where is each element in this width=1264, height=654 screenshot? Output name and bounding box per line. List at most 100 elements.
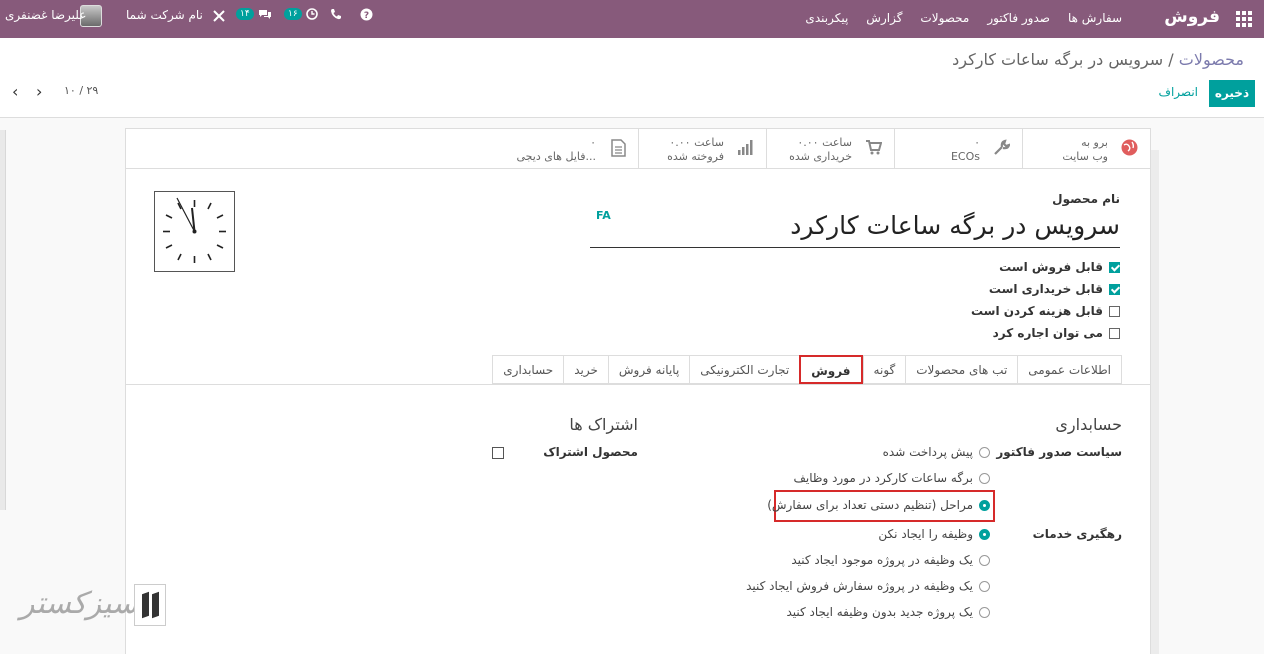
invoice-policy-option-timesheets[interactable]: برگه ساعات کارکرد در مورد وظایف (793, 471, 990, 485)
tabs-divider (126, 384, 1150, 385)
company-switcher[interactable]: نام شرکت شما (126, 8, 225, 22)
service-tracking-option-task-existing[interactable]: یک وظیفه در پروژه موجود ایجاد کنید (791, 553, 990, 567)
invoice-policy-option-prepaid[interactable]: پیش پرداخت شده (883, 445, 990, 459)
accounting-section-title: حسابداری (1055, 415, 1122, 434)
can-be-sold-label: قابل فروش است (999, 260, 1103, 274)
service-tracking-option-none[interactable]: وظیفه را ایجاد نکن (878, 527, 990, 541)
user-menu[interactable]: علیرضا غضنفری (5, 8, 86, 22)
service-tracking-option-task-new[interactable]: یک وظیفه در پروژه سفارش فروش ایجاد کنید (746, 579, 990, 593)
sold-smart-button[interactable]: ۰.۰۰ ساعت فروخته شده (638, 129, 766, 169)
pager-value[interactable]: ۱۰ / ۲۹ (64, 84, 98, 97)
activity-indicator[interactable]: ۱۶ (284, 8, 318, 23)
clock-image-icon (163, 197, 226, 263)
menu-item-products[interactable]: محصولات (920, 11, 969, 25)
radio-no-task[interactable] (979, 528, 990, 540)
can-be-expensed-checkbox[interactable] (1109, 305, 1120, 317)
breadcrumb: محصولات / سرویس در برگه ساعات کارکرد (952, 50, 1244, 69)
help-icon[interactable]: ? (360, 8, 373, 24)
product-name-input[interactable]: سرویس در برگه ساعات کارکرد (590, 211, 1120, 248)
menu-item-orders[interactable]: سفارش ها (1068, 11, 1122, 25)
purchased-smart-button[interactable]: ۰.۰۰ ساعت خریداری شده (766, 129, 894, 169)
product-notebook-tabs: اطلاعات عمومی تب های محصولات گونه فروش ت… (492, 355, 1122, 384)
ecos-button-text: ۰ ECOs (950, 136, 980, 163)
tab-purchase[interactable]: خرید (563, 355, 608, 384)
can-be-purchased-checkbox[interactable] (1109, 283, 1120, 295)
sheet-shadow (1151, 150, 1159, 654)
activity-count-badge: ۱۶ (284, 8, 302, 20)
company-name: نام شرکت شما (126, 8, 203, 22)
service-tracking-option-project-only[interactable]: یک پروژه جدید بدون وظیفه ایجاد کنید (786, 605, 990, 619)
option-label: پیش پرداخت شده (882, 445, 973, 459)
tab-ecommerce[interactable]: تجارت الکترونیکی (689, 355, 800, 384)
smart-buttons: برو به وب سایت ۰ ECOs ۰.۰۰ ساعت خریداری … (126, 129, 1150, 169)
service-tracking-label: رهگیری خدمات (1032, 527, 1122, 541)
tab-general-information[interactable]: اطلاعات عمومی (1017, 355, 1122, 384)
user-name: علیرضا غضنفری (5, 8, 87, 22)
discard-button[interactable]: انصراف (1159, 85, 1198, 99)
menu-item-invoicing[interactable]: صدور فاکتور (987, 11, 1050, 25)
messages-count-badge: ۱۴ (236, 8, 254, 20)
menu-item-configuration[interactable]: پیکربندی (805, 11, 848, 25)
save-button[interactable]: ذخیره (1209, 80, 1255, 107)
option-label: یک وظیفه در پروژه سفارش فروش ایجاد کنید (746, 579, 973, 593)
tab-product-tabs[interactable]: تب های محصولات (905, 355, 1018, 384)
can-be-expensed-label: قابل هزینه کردن است (970, 304, 1103, 318)
app-title[interactable]: فروش (1164, 7, 1220, 27)
file-icon (611, 139, 626, 162)
can-be-sold-checkbox[interactable] (1109, 261, 1120, 273)
website-button-text: برو به وب سایت (1062, 136, 1108, 163)
pager-previous-icon[interactable]: ‹ (12, 84, 18, 100)
invoice-policy-option-milestones[interactable]: مراحل (تنظیم دستی تعداد برای سفارش) (767, 498, 990, 512)
tab-sales[interactable]: فروش (799, 355, 863, 384)
cart-icon (865, 139, 883, 161)
menu-item-reporting[interactable]: گزارش (866, 11, 902, 25)
can-be-rented-checkbox[interactable] (1109, 327, 1120, 339)
bar-chart-icon (737, 139, 754, 161)
apps-menu-icon[interactable] (1236, 11, 1252, 27)
breadcrumb-products-link[interactable]: محصولات (1179, 50, 1244, 69)
clock-icon (305, 8, 318, 20)
sold-button-text: ۰.۰۰ ساعت فروخته شده (667, 136, 724, 163)
option-label: برگه ساعات کارکرد در مورد وظایف (793, 471, 973, 485)
can-be-sold-field[interactable]: قابل فروش است (999, 260, 1120, 274)
radio-milestones[interactable] (979, 499, 990, 511)
can-be-rented-label: می توان اجاره کرد (992, 326, 1103, 340)
radio-task-order-project[interactable] (979, 580, 990, 592)
purchased-button-text: ۰.۰۰ ساعت خریداری شده (789, 136, 852, 163)
main-menu: سفارش ها صدور فاکتور محصولات گزارش پیکرب… (805, 11, 1122, 25)
subscription-product-checkbox[interactable] (492, 447, 504, 459)
phone-icon[interactable] (330, 8, 342, 23)
radio-task-existing-project[interactable] (979, 554, 990, 566)
tab-point-of-sale[interactable]: پایانه فروش (607, 355, 690, 384)
option-label: یک وظیفه در پروژه موجود ایجاد کنید (791, 553, 973, 567)
option-label: یک پروژه جدید بدون وظیفه ایجاد کنید (786, 605, 973, 619)
subscriptions-section-title: اشتراک ها (569, 415, 638, 434)
can-be-purchased-label: قابل خریداری است (988, 282, 1103, 296)
messages-indicator[interactable]: ۱۴ (236, 8, 272, 23)
digital-files-smart-button[interactable]: ۰ فایل های دیجی... (510, 129, 638, 169)
breadcrumb-current: سرویس در برگه ساعات کارکرد (952, 50, 1164, 69)
website-smart-button[interactable]: برو به وب سایت (1022, 129, 1150, 169)
option-label: وظیفه را ایجاد نکن (878, 527, 973, 541)
product-image[interactable] (154, 191, 235, 272)
can-be-expensed-field[interactable]: قابل هزینه کردن است (971, 304, 1120, 318)
can-be-purchased-field[interactable]: قابل خریداری است (989, 282, 1120, 296)
product-name-label: نام محصول (1052, 192, 1120, 206)
globe-icon (1121, 139, 1138, 161)
pager-next-icon[interactable]: › (36, 84, 42, 100)
invoice-policy-label: سیاست صدور فاکتور (996, 445, 1122, 459)
option-label: مراحل (تنظیم دستی تعداد برای سفارش) (767, 498, 973, 512)
radio-prepaid[interactable] (979, 446, 990, 458)
tab-variants[interactable]: گونه (862, 355, 906, 384)
ecos-smart-button[interactable]: ۰ ECOs (894, 129, 1022, 169)
subscription-product-label: محصول اشتراک (543, 445, 638, 459)
digital-files-button-text: ۰ فایل های دیجی... (516, 136, 597, 163)
sidebar-edge (0, 130, 6, 510)
svg-text:?: ? (364, 11, 369, 21)
can-be-rented-field[interactable]: می توان اجاره کرد (993, 326, 1120, 340)
product-form-sheet: برو به وب سایت ۰ ECOs ۰.۰۰ ساعت خریداری … (125, 128, 1151, 654)
radio-timesheets[interactable] (979, 472, 990, 484)
tab-accounting[interactable]: حسابداری (492, 355, 564, 384)
top-navbar: فروش سفارش ها صدور فاکتور محصولات گزارش … (0, 0, 1264, 38)
radio-project-no-task[interactable] (979, 606, 990, 618)
